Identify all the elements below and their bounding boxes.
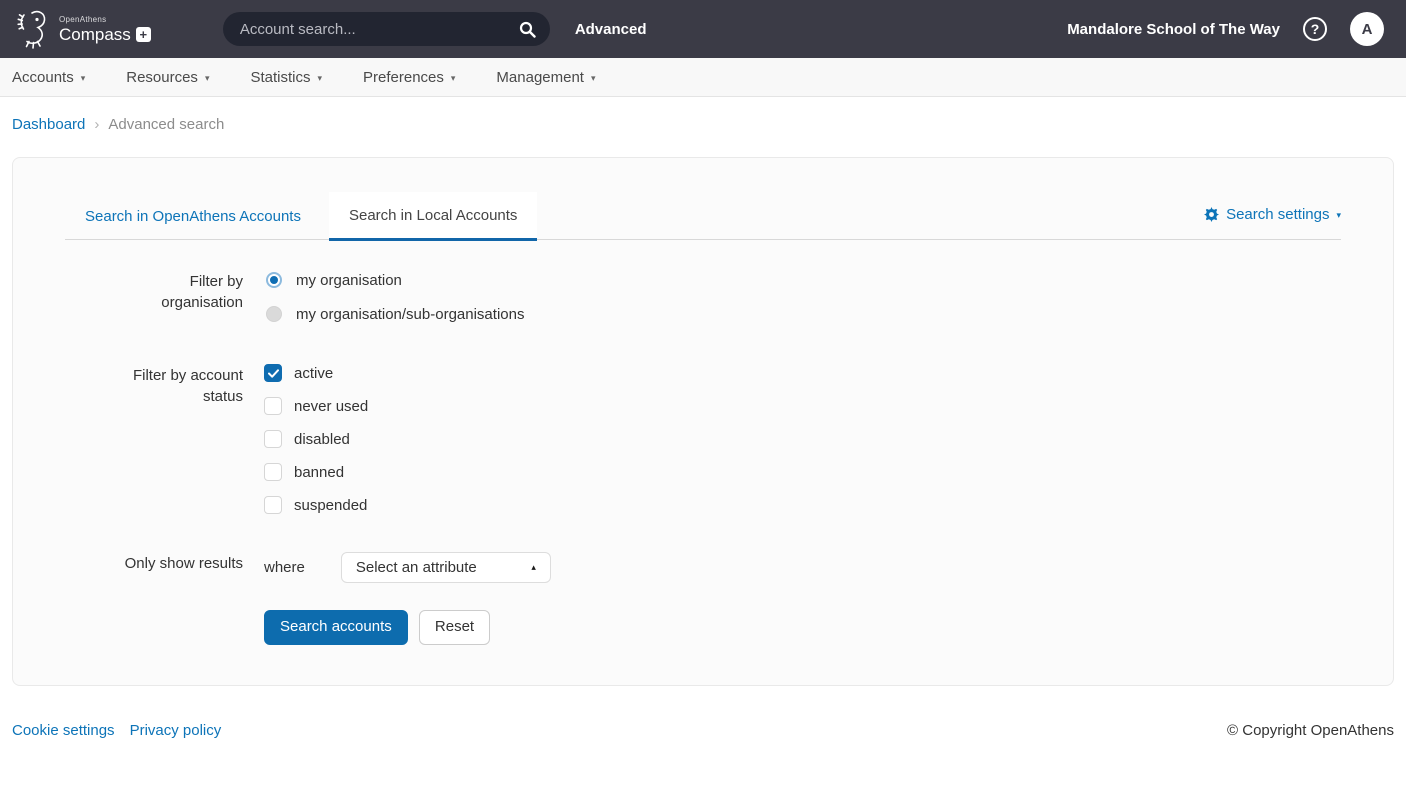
- filter-by-organisation-label: Filter by organisation: [113, 271, 243, 324]
- brand-compass-label: Compass: [59, 26, 131, 43]
- search-settings-dropdown[interactable]: Search settings ▾: [1204, 206, 1341, 239]
- gear-icon: [1204, 207, 1219, 222]
- compass-plus-badge-icon: +: [136, 27, 151, 42]
- tab-search-local-accounts[interactable]: Search in Local Accounts: [329, 192, 537, 241]
- nav-label: Accounts: [12, 69, 74, 86]
- checkbox-option-banned[interactable]: banned: [264, 463, 368, 481]
- radio-option-my-organisation[interactable]: my organisation: [264, 270, 524, 290]
- nav-label: Resources: [126, 69, 198, 86]
- search-icon: [519, 21, 536, 38]
- topbar-right: Mandalore School of The Way ? A: [1067, 12, 1384, 46]
- organisation-name: Mandalore School of The Way: [1067, 21, 1280, 38]
- chevron-up-icon: ▴: [531, 563, 536, 572]
- only-show-results-row: Only show results where Select an attrib…: [65, 552, 1341, 583]
- nav-item-accounts[interactable]: Accounts ▾: [12, 69, 85, 86]
- checkbox-active[interactable]: [264, 364, 282, 382]
- help-icon[interactable]: ?: [1303, 17, 1327, 41]
- chevron-down-icon: ▾: [205, 72, 210, 83]
- checkbox-disabled[interactable]: [264, 430, 282, 448]
- checkbox-label: never used: [294, 398, 368, 415]
- copyright-text: © Copyright OpenAthens: [1227, 722, 1394, 739]
- brand-openathens-label: OpenAthens: [59, 16, 151, 24]
- checkbox-option-disabled[interactable]: disabled: [264, 430, 368, 448]
- user-avatar[interactable]: A: [1350, 12, 1384, 46]
- checkbox-suspended[interactable]: [264, 496, 282, 514]
- checkbox-never-used[interactable]: [264, 397, 282, 415]
- account-search-input[interactable]: [238, 20, 511, 39]
- checkbox-banned[interactable]: [264, 463, 282, 481]
- form-actions-row: Search accounts Reset: [65, 610, 1341, 645]
- chevron-down-icon: ▾: [317, 72, 322, 83]
- attribute-select[interactable]: Select an attribute ▴: [341, 552, 551, 583]
- search-tabs: Search in OpenAthens Accounts Search in …: [65, 192, 1341, 240]
- search-submit-button[interactable]: [511, 17, 544, 42]
- brand-text: OpenAthens Compass +: [59, 16, 151, 43]
- search-accounts-button[interactable]: Search accounts: [264, 610, 408, 645]
- breadcrumb-current-page: Advanced search: [108, 116, 224, 133]
- topbar: OpenAthens Compass + Advanced Mandalore …: [0, 0, 1406, 58]
- checkbox-label: active: [294, 365, 333, 382]
- checkbox-option-active[interactable]: active: [264, 364, 368, 382]
- page-footer: Cookie settings Privacy policy © Copyrig…: [0, 686, 1406, 759]
- check-icon: [268, 369, 279, 378]
- breadcrumb-dashboard-link[interactable]: Dashboard: [12, 116, 85, 133]
- privacy-policy-link[interactable]: Privacy policy: [130, 722, 222, 739]
- filter-by-account-status-row: Filter by account status active never us…: [65, 364, 1341, 514]
- nav-label: Management: [496, 69, 584, 86]
- search-settings-label: Search settings: [1226, 206, 1329, 223]
- chevron-down-icon: ▾: [451, 72, 456, 83]
- reset-button[interactable]: Reset: [419, 610, 490, 645]
- chevron-down-icon: ▾: [1336, 209, 1341, 220]
- main-navbar: Accounts ▾ Resources ▾ Statistics ▾ Pref…: [0, 58, 1406, 97]
- checkbox-option-never-used[interactable]: never used: [264, 397, 368, 415]
- attribute-select-value: Select an attribute: [356, 559, 477, 576]
- nav-label: Statistics: [250, 69, 310, 86]
- footer-links: Cookie settings Privacy policy: [12, 722, 221, 739]
- nav-label: Preferences: [363, 69, 444, 86]
- filter-by-organisation-row: Filter by organisation my organisation m…: [65, 270, 1341, 324]
- chevron-down-icon: ▾: [591, 72, 596, 83]
- nav-item-resources[interactable]: Resources ▾: [126, 69, 209, 86]
- checkbox-label: banned: [294, 464, 344, 481]
- breadcrumb: Dashboard › Advanced search: [0, 97, 1406, 157]
- radio-option-my-organisation-sub-organisations[interactable]: my organisation/sub-organisations: [264, 304, 524, 324]
- openathens-owl-logo-icon: [12, 7, 52, 51]
- only-show-results-label: Only show results: [125, 553, 243, 583]
- advanced-search-form: Filter by organisation my organisation m…: [65, 270, 1341, 645]
- checkbox-label: suspended: [294, 497, 367, 514]
- advanced-search-link[interactable]: Advanced: [575, 21, 647, 38]
- nav-item-preferences[interactable]: Preferences ▾: [363, 69, 455, 86]
- tab-search-openathens-accounts[interactable]: Search in OpenAthens Accounts: [65, 193, 321, 239]
- breadcrumb-separator-icon: ›: [94, 116, 99, 133]
- nav-item-management[interactable]: Management ▾: [496, 69, 595, 86]
- advanced-search-card: Search in OpenAthens Accounts Search in …: [12, 157, 1394, 686]
- radio-my-organisation[interactable]: [264, 270, 284, 290]
- filter-by-account-status-label: Filter by account status: [113, 365, 243, 514]
- checkbox-option-suspended[interactable]: suspended: [264, 496, 368, 514]
- where-label: where: [264, 559, 305, 576]
- chevron-down-icon: ▾: [81, 72, 86, 83]
- radio-my-organisation-sub-organisations[interactable]: [264, 304, 284, 324]
- openathens-compass-logo[interactable]: OpenAthens Compass +: [12, 7, 151, 51]
- cookie-settings-link[interactable]: Cookie settings: [12, 722, 115, 739]
- checkbox-label: disabled: [294, 431, 350, 448]
- radio-label: my organisation: [296, 272, 402, 289]
- nav-item-statistics[interactable]: Statistics ▾: [250, 69, 322, 86]
- radio-label: my organisation/sub-organisations: [296, 306, 524, 323]
- account-search-box: [223, 12, 550, 46]
